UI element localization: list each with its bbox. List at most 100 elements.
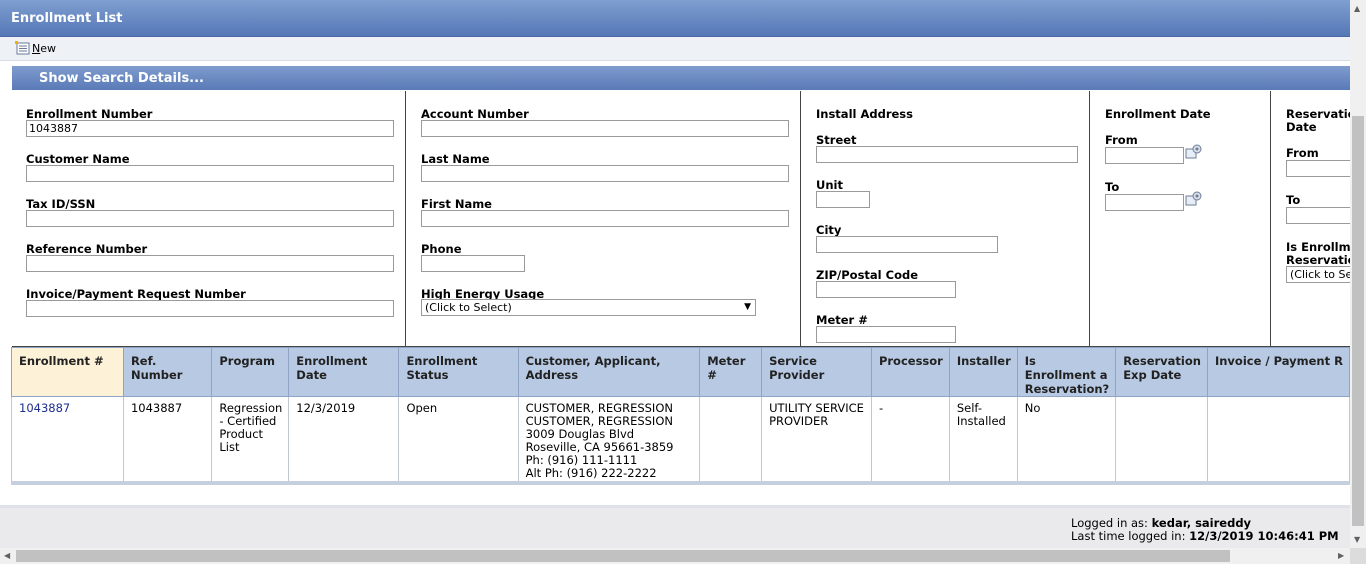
- search-column-2: Account Number Last Name First Name Phon…: [406, 91, 801, 346]
- search-column-5: Reservation Date From To Is Enrollme Res…: [1271, 91, 1350, 346]
- invoice-number-label: Invoice/Payment Request Number: [26, 287, 246, 301]
- column-header-enrollment-number[interactable]: Enrollment #: [11, 347, 124, 397]
- reservation-date-from-input[interactable]: [1286, 160, 1350, 177]
- reservation-date-from-label: From: [1286, 146, 1319, 160]
- calendar-icon[interactable]: [1185, 144, 1202, 160]
- reservation-date-to-input[interactable]: [1286, 207, 1350, 224]
- cell-processor: -: [870, 396, 950, 484]
- new-button[interactable]: New: [14, 40, 56, 56]
- logged-in-user: kedar, saireddy: [1151, 516, 1252, 530]
- reservation-date-to-label: To: [1286, 193, 1301, 207]
- scroll-up-arrow-icon[interactable]: ▲: [1354, 4, 1360, 13]
- column-header-enrollment-status[interactable]: Enrollment Status: [398, 347, 519, 397]
- search-form: Enrollment Number 1043887 Customer Name …: [12, 91, 1350, 347]
- first-name-input[interactable]: [421, 210, 789, 227]
- zip-input[interactable]: [816, 281, 956, 298]
- logged-in-label: Logged in as:: [1071, 516, 1148, 530]
- toolbar: New: [0, 37, 1350, 61]
- column-header-ref-number[interactable]: Ref. Number: [122, 347, 213, 397]
- last-login-info: Last time logged in: 12/3/2019 10:46:41 …: [1071, 529, 1339, 543]
- enrollment-date-label: Enrollment Date: [1105, 107, 1211, 121]
- horizontal-scrollbar[interactable]: ◀ ▶: [0, 548, 1350, 564]
- scroll-right-arrow-icon[interactable]: ▶: [1338, 551, 1344, 560]
- show-search-details-link[interactable]: Show Search Details...: [39, 71, 204, 86]
- street-input[interactable]: [816, 146, 1078, 163]
- column-header-enrollment-date[interactable]: Enrollment Date: [288, 347, 400, 397]
- cell-installer: Self-Installed: [948, 396, 1018, 484]
- new-label: New: [32, 41, 56, 55]
- title-bar: Enrollment List: [0, 0, 1350, 37]
- column-header-reservation-exp-date[interactable]: Reservation Exp Date: [1115, 347, 1208, 397]
- enrollment-number-link[interactable]: 1043887: [19, 401, 70, 415]
- cell-invoice: [1206, 396, 1351, 484]
- is-enrollment-reservation-value: (Click to Se: [1290, 268, 1350, 281]
- enrollment-number-input[interactable]: 1043887: [26, 120, 394, 137]
- reference-number-label: Reference Number: [26, 242, 148, 256]
- phone-input[interactable]: [421, 255, 525, 272]
- account-number-input[interactable]: [421, 120, 789, 137]
- cell-meter: [699, 396, 763, 484]
- search-details-header[interactable]: Show Search Details...: [12, 66, 1350, 90]
- customer-name-input[interactable]: [26, 165, 394, 182]
- high-energy-usage-select[interactable]: (Click to Select) ▼: [421, 299, 756, 316]
- last-login-label: Last time logged in:: [1071, 529, 1186, 543]
- city-input[interactable]: [816, 236, 998, 253]
- reference-number-input[interactable]: [26, 255, 394, 272]
- high-energy-usage-value: (Click to Select): [425, 301, 512, 314]
- cell-is-reservation: No: [1016, 396, 1117, 484]
- enrollment-date-to-input[interactable]: [1105, 194, 1184, 211]
- invoice-number-input[interactable]: [26, 300, 394, 317]
- grid-header-row: Enrollment # Ref. Number Program Enrollm…: [11, 347, 1351, 397]
- unit-label: Unit: [816, 178, 843, 192]
- cell-enrollment-status: Open: [398, 396, 519, 484]
- column-header-installer[interactable]: Installer: [948, 347, 1018, 397]
- enrollment-date-from-input[interactable]: [1105, 147, 1184, 164]
- horizontal-scroll-thumb[interactable]: [16, 550, 1230, 562]
- phone-label: Phone: [421, 242, 462, 256]
- column-header-is-reservation[interactable]: Is Enrollment a Reservation?: [1016, 347, 1117, 397]
- install-address-label: Install Address: [816, 107, 913, 121]
- search-column-3: Install Address Street Unit City ZIP/Pos…: [801, 91, 1090, 346]
- search-column-4: Enrollment Date From To: [1090, 91, 1271, 346]
- column-header-customer[interactable]: Customer, Applicant, Address: [517, 347, 701, 397]
- vertical-scroll-thumb[interactable]: [1352, 116, 1364, 526]
- new-document-icon: [15, 41, 30, 55]
- calendar-icon[interactable]: [1185, 191, 1202, 207]
- cell-service-provider: UTILITY SERVICE PROVIDER: [761, 396, 872, 484]
- column-header-processor[interactable]: Processor: [870, 347, 950, 397]
- enrollment-date-from-label: From: [1105, 133, 1138, 147]
- cell-reservation-exp-date: [1115, 396, 1208, 484]
- enrollment-grid: Enrollment # Ref. Number Program Enrollm…: [11, 347, 1351, 484]
- scroll-down-arrow-icon[interactable]: ▼: [1354, 535, 1360, 544]
- customer-name-label: Customer Name: [26, 152, 130, 166]
- meter-label: Meter #: [816, 313, 868, 327]
- page-title: Enrollment List: [11, 11, 123, 26]
- customer-line: Alt Ph: (916) 222-2222: [525, 466, 657, 480]
- column-header-program[interactable]: Program: [211, 347, 290, 397]
- column-header-invoice[interactable]: Invoice / Payment R: [1206, 347, 1351, 397]
- scrollbar-corner: [1350, 548, 1366, 564]
- tax-id-input[interactable]: [26, 210, 394, 227]
- unit-input[interactable]: [816, 191, 870, 208]
- search-column-1: Enrollment Number 1043887 Customer Name …: [12, 91, 406, 346]
- last-login-time: 12/3/2019 10:46:41 PM: [1189, 529, 1339, 543]
- reservation-date-label-line1: Reservation: [1286, 107, 1350, 121]
- column-header-service-provider[interactable]: Service Provider: [761, 347, 872, 397]
- is-enrollment-reservation-label-line2: Reservatio: [1286, 253, 1350, 267]
- last-name-input[interactable]: [421, 165, 789, 182]
- cell-ref-number: 1043887: [122, 396, 213, 484]
- enrollment-number-label: Enrollment Number: [26, 107, 153, 121]
- meter-input[interactable]: [816, 326, 956, 343]
- column-header-meter[interactable]: Meter #: [699, 347, 763, 397]
- vertical-scrollbar[interactable]: ▲ ▼: [1350, 0, 1366, 548]
- search-panel: Show Search Details... Enrollment Number…: [0, 61, 1351, 489]
- cell-customer: CUSTOMER, REGRESSION CUSTOMER, REGRESSIO…: [517, 396, 701, 484]
- is-enrollment-reservation-label-line1: Is Enrollme: [1286, 240, 1350, 254]
- last-name-label: Last Name: [421, 152, 490, 166]
- footer: Logged in as: kedar, saireddy Last time …: [0, 508, 1350, 548]
- first-name-label: First Name: [421, 197, 492, 211]
- table-row: 1043887 1043887 Regression - Certified P…: [11, 396, 1351, 484]
- scroll-left-arrow-icon[interactable]: ◀: [4, 551, 10, 560]
- cell-program: Regression - Certified Product List: [211, 396, 290, 484]
- is-enrollment-reservation-select[interactable]: (Click to Se: [1286, 266, 1350, 283]
